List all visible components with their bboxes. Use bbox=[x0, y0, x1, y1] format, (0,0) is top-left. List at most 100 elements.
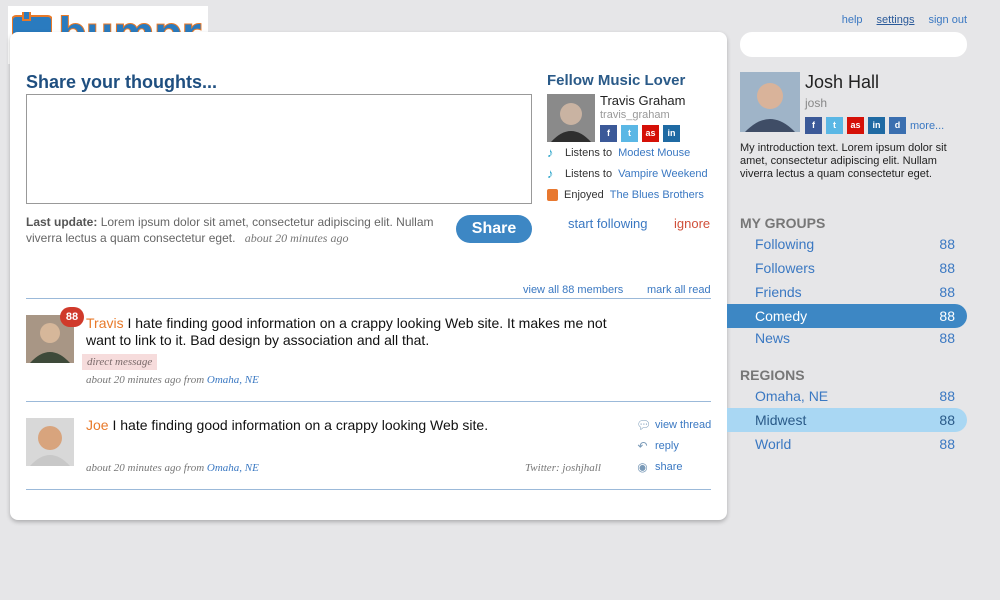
facebook-icon[interactable]: f bbox=[600, 125, 617, 142]
region-item-omaha[interactable]: Omaha, NE 88 bbox=[727, 384, 967, 408]
search-input[interactable] bbox=[740, 32, 967, 57]
group-item-news[interactable]: News 88 bbox=[727, 326, 967, 350]
artist-link[interactable]: Modest Mouse bbox=[618, 147, 690, 159]
mark-all-read-link[interactable]: mark all read bbox=[647, 284, 711, 296]
post-body: I hate finding good information on a cra… bbox=[86, 315, 607, 348]
share-action[interactable]: ◉ share bbox=[636, 456, 711, 477]
fellow-enjoyed: Enjoyed The Blues Brothers bbox=[547, 189, 704, 201]
group-item-followers[interactable]: Followers 88 bbox=[727, 256, 967, 280]
start-following-link[interactable]: start following bbox=[568, 216, 647, 231]
last-update-label: Last update: bbox=[26, 215, 98, 229]
view-all-members-link[interactable]: view all 88 members bbox=[523, 284, 623, 296]
reply-arrow-icon: ↶ bbox=[637, 438, 648, 453]
post-avatar-joe[interactable] bbox=[26, 418, 74, 466]
person-icon bbox=[26, 418, 74, 466]
lastfm-icon[interactable]: as bbox=[642, 125, 659, 142]
share-button[interactable]: Share bbox=[456, 215, 532, 243]
post-meta: about 20 minutes ago from Omaha, NE bbox=[86, 374, 259, 386]
sign-out-link[interactable]: sign out bbox=[928, 14, 967, 26]
top-nav: help settings sign out bbox=[842, 14, 967, 26]
fellow-listens-2: ♪ Listens to Vampire Weekend bbox=[547, 166, 708, 181]
my-groups-title: MY GROUPS bbox=[740, 215, 826, 231]
broadcast-icon: ◉ bbox=[637, 459, 648, 474]
artist-link[interactable]: Vampire Weekend bbox=[618, 168, 707, 180]
fellow-name[interactable]: Travis Graham bbox=[600, 93, 685, 108]
group-count: 88 bbox=[939, 260, 955, 276]
linkedin-icon[interactable]: in bbox=[868, 117, 885, 134]
post-author[interactable]: Travis bbox=[86, 315, 124, 331]
profile-name: Josh Hall bbox=[805, 72, 880, 92]
post-author[interactable]: Joe bbox=[86, 417, 109, 433]
post-location-link[interactable]: Omaha, NE bbox=[207, 374, 259, 386]
region-item-world[interactable]: World 88 bbox=[727, 432, 967, 456]
ignore-link[interactable]: ignore bbox=[674, 216, 710, 231]
post-time: about 20 minutes ago from bbox=[86, 462, 205, 474]
more-social-link[interactable]: more... bbox=[910, 120, 944, 132]
listens-prefix: Listens to bbox=[565, 147, 613, 159]
person-icon bbox=[740, 72, 800, 132]
unread-count-badge: 88 bbox=[60, 307, 84, 327]
reply-label: reply bbox=[655, 439, 679, 452]
main-content: Share your thoughts... Last update: Lore… bbox=[10, 32, 727, 520]
fellow-handle: travis_graham bbox=[600, 109, 670, 121]
person-icon bbox=[547, 94, 595, 142]
post-actions: 💬︎ view thread ↶ reply ◉ share bbox=[636, 414, 711, 477]
film-icon bbox=[547, 189, 558, 201]
group-label: Following bbox=[755, 236, 815, 252]
fellow-social-links: f t as in bbox=[600, 125, 680, 142]
divider bbox=[26, 401, 711, 402]
music-note-icon: ♪ bbox=[547, 145, 554, 160]
divider bbox=[26, 298, 711, 299]
linkedin-icon[interactable]: in bbox=[663, 125, 680, 142]
group-count: 88 bbox=[939, 236, 955, 252]
post-text: Travis I hate finding good information o… bbox=[86, 315, 626, 349]
music-note-icon: ♪ bbox=[547, 166, 554, 181]
fellow-music-lover-title: Fellow Music Lover bbox=[547, 72, 686, 89]
movie-link[interactable]: The Blues Brothers bbox=[610, 189, 704, 201]
view-thread-action[interactable]: 💬︎ view thread bbox=[636, 414, 711, 435]
group-count: 88 bbox=[939, 330, 955, 346]
fellow-avatar[interactable] bbox=[547, 94, 595, 142]
group-label: Followers bbox=[755, 260, 815, 276]
post-body: I hate finding good information on a cra… bbox=[112, 417, 489, 433]
view-thread-label: view thread bbox=[655, 418, 712, 431]
group-count: 88 bbox=[939, 308, 955, 324]
lastfm-icon[interactable]: as bbox=[847, 117, 864, 134]
profile-handle: josh bbox=[805, 96, 828, 110]
group-item-following[interactable]: Following 88 bbox=[727, 232, 967, 256]
region-count: 88 bbox=[939, 436, 955, 452]
facebook-icon[interactable]: f bbox=[805, 117, 822, 134]
post-text: Joe I hate finding good information on a… bbox=[86, 417, 606, 434]
share-title: Share your thoughts... bbox=[26, 72, 218, 92]
regions-title: REGIONS bbox=[740, 367, 805, 383]
group-count: 88 bbox=[939, 284, 955, 300]
group-label: Friends bbox=[755, 284, 802, 300]
profile-avatar[interactable] bbox=[740, 72, 800, 132]
twitter-icon[interactable]: t bbox=[621, 125, 638, 142]
reply-action[interactable]: ↶ reply bbox=[636, 435, 711, 456]
group-label: News bbox=[755, 330, 791, 346]
enjoyed-prefix: Enjoyed bbox=[564, 189, 604, 201]
profile-social-links: f t as in d bbox=[805, 117, 906, 134]
listens-prefix: Listens to bbox=[565, 168, 613, 180]
twitter-icon[interactable]: t bbox=[826, 117, 843, 134]
post-location-link[interactable]: Omaha, NE bbox=[207, 462, 259, 474]
region-label: Omaha, NE bbox=[755, 388, 829, 404]
region-label: Midwest bbox=[755, 412, 807, 428]
fellow-listens-1: ♪ Listens to Modest Mouse bbox=[547, 145, 690, 160]
help-link[interactable]: help bbox=[842, 14, 863, 26]
region-count: 88 bbox=[939, 412, 955, 428]
delicious-icon[interactable]: d bbox=[889, 117, 906, 134]
group-item-friends[interactable]: Friends 88 bbox=[727, 280, 967, 304]
group-label: Comedy bbox=[755, 308, 808, 324]
post-meta: about 20 minutes ago from Omaha, NE bbox=[86, 462, 259, 474]
region-item-midwest[interactable]: Midwest 88 bbox=[727, 408, 967, 432]
last-update-time: about 20 minutes ago bbox=[244, 231, 349, 245]
share-textarea[interactable] bbox=[26, 94, 532, 204]
profile-intro: My introduction text. Lorem ipsum dolor … bbox=[740, 142, 947, 180]
settings-link[interactable]: settings bbox=[877, 14, 915, 26]
divider bbox=[26, 489, 711, 490]
post-time: about 20 minutes ago from bbox=[86, 374, 205, 386]
share-label: share bbox=[655, 460, 683, 473]
group-item-comedy[interactable]: Comedy 88 bbox=[727, 304, 967, 328]
